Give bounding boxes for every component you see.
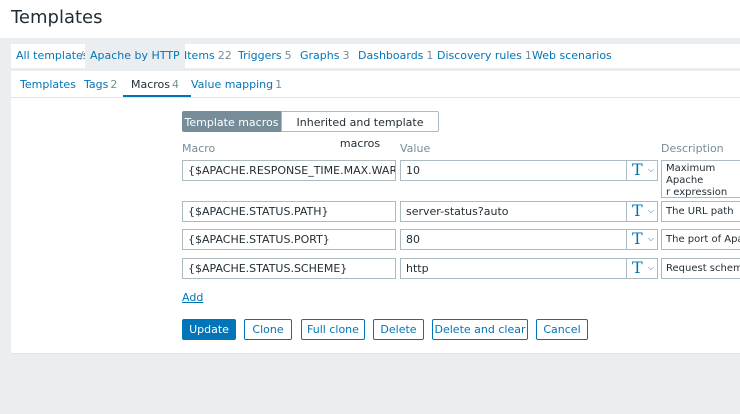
tab-value-mapping-count: 1 [275, 78, 283, 91]
breadcrumb-separator: / [80, 49, 84, 62]
nav-discovery-label: Discovery rules [437, 49, 522, 62]
nav-triggers[interactable]: Triggers 5 [238, 44, 292, 68]
macro-value-input[interactable]: 10 [400, 160, 627, 181]
nav-graphs-count: 3 [342, 49, 350, 62]
column-header-description: Description [661, 142, 724, 155]
macro-value-input[interactable]: 80 [400, 229, 627, 250]
nav-triggers-count: 5 [284, 49, 292, 62]
nav-graphs[interactable]: Graphs 3 [300, 44, 349, 68]
macro-name-input[interactable]: {$APACHE.STATUS.PATH} [182, 201, 396, 222]
nav-current-template[interactable]: Apache by HTTP [85, 44, 185, 68]
macro-description-input[interactable]: Request scheme [661, 258, 740, 279]
template-macros-toggle[interactable]: Template macros [182, 111, 281, 132]
nav-items-label: Items [184, 49, 215, 62]
chevron-down-icon: ⌵ [647, 234, 654, 243]
tab-tags[interactable]: Tags 2 [84, 78, 117, 91]
macro-name-input[interactable]: {$APACHE.RESPONSE_TIME.MAX.WARN} [182, 160, 396, 181]
tab-templates-label: Templates [20, 78, 76, 91]
value-type-selector[interactable]: T ⌵ [626, 229, 658, 250]
column-header-macro: Macro [182, 142, 216, 155]
chevron-down-icon: ⌵ [647, 263, 654, 272]
tab-templates[interactable]: Templates [20, 78, 76, 91]
nav-web-label: Web scenarios [532, 49, 612, 62]
tab-bar: Templates Tags 2 Macros 4 Value mapping 1 [11, 71, 740, 98]
nav-dashboards-label: Dashboards [358, 49, 424, 62]
nav-triggers-label: Triggers [238, 49, 282, 62]
macro-description-input[interactable]: The port of Apac [661, 229, 740, 250]
text-type-icon: T [632, 229, 643, 248]
page-title: Templates [11, 7, 103, 28]
text-type-icon: T [632, 160, 643, 179]
chevron-down-icon: ⌵ [647, 165, 654, 174]
inherited-macros-toggle[interactable]: Inherited and template macros [281, 111, 439, 150]
macro-name-input[interactable]: {$APACHE.STATUS.SCHEME} [182, 258, 396, 279]
tab-value-mapping-label: Value mapping [191, 78, 274, 91]
nav-graphs-label: Graphs [300, 49, 340, 62]
macros-form: Templates Tags 2 Macros 4 Value mapping 1 T… [11, 71, 740, 354]
nav-items[interactable]: Items 22 [184, 44, 232, 68]
text-type-icon: T [632, 258, 643, 277]
tab-tags-count: 2 [110, 78, 118, 91]
full-clone-button[interactable]: Full clone [301, 319, 365, 340]
macro-value-input[interactable]: server-status?auto [400, 201, 627, 222]
template-navbar: All templates / Apache by HTTP Items 22 T… [11, 44, 740, 68]
macro-description-input[interactable]: The URL path [661, 201, 740, 222]
nav-dashboards-count: 1 [426, 49, 434, 62]
delete-and-clear-button[interactable]: Delete and clear [432, 319, 528, 340]
tab-value-mapping[interactable]: Value mapping 1 [191, 78, 282, 91]
value-type-selector[interactable]: T ⌵ [626, 258, 658, 279]
update-button[interactable]: Update [182, 319, 236, 340]
delete-button[interactable]: Delete [373, 319, 424, 340]
text-type-icon: T [632, 201, 643, 220]
tab-macros[interactable]: Macros 4 [131, 78, 179, 91]
cancel-button[interactable]: Cancel [536, 319, 588, 340]
column-header-value: Value [400, 142, 431, 155]
chevron-down-icon: ⌵ [647, 206, 654, 215]
nav-discovery-rules[interactable]: Discovery rules 1 [437, 44, 532, 68]
active-tab-indicator [123, 95, 191, 97]
tab-macros-count: 4 [172, 78, 180, 91]
macro-name-input[interactable]: {$APACHE.STATUS.PORT} [182, 229, 396, 250]
value-type-selector[interactable]: T ⌵ [626, 160, 658, 181]
macro-description-input[interactable]: Maximum Apache r expression [661, 160, 740, 198]
nav-items-count: 22 [217, 49, 232, 62]
nav-all-templates[interactable]: All templates [16, 44, 89, 68]
page-header: Templates [0, 0, 740, 38]
nav-web-scenarios[interactable]: Web scenarios [532, 44, 612, 68]
nav-dashboards[interactable]: Dashboards 1 [358, 44, 433, 68]
nav-discovery-count: 1 [524, 49, 532, 62]
macro-value-input[interactable]: http [400, 258, 627, 279]
add-macro-link[interactable]: Add [182, 291, 203, 304]
value-type-selector[interactable]: T ⌵ [626, 201, 658, 222]
clone-button[interactable]: Clone [244, 319, 292, 340]
tab-macros-label: Macros [131, 78, 171, 91]
tab-tags-label: Tags [84, 78, 109, 91]
